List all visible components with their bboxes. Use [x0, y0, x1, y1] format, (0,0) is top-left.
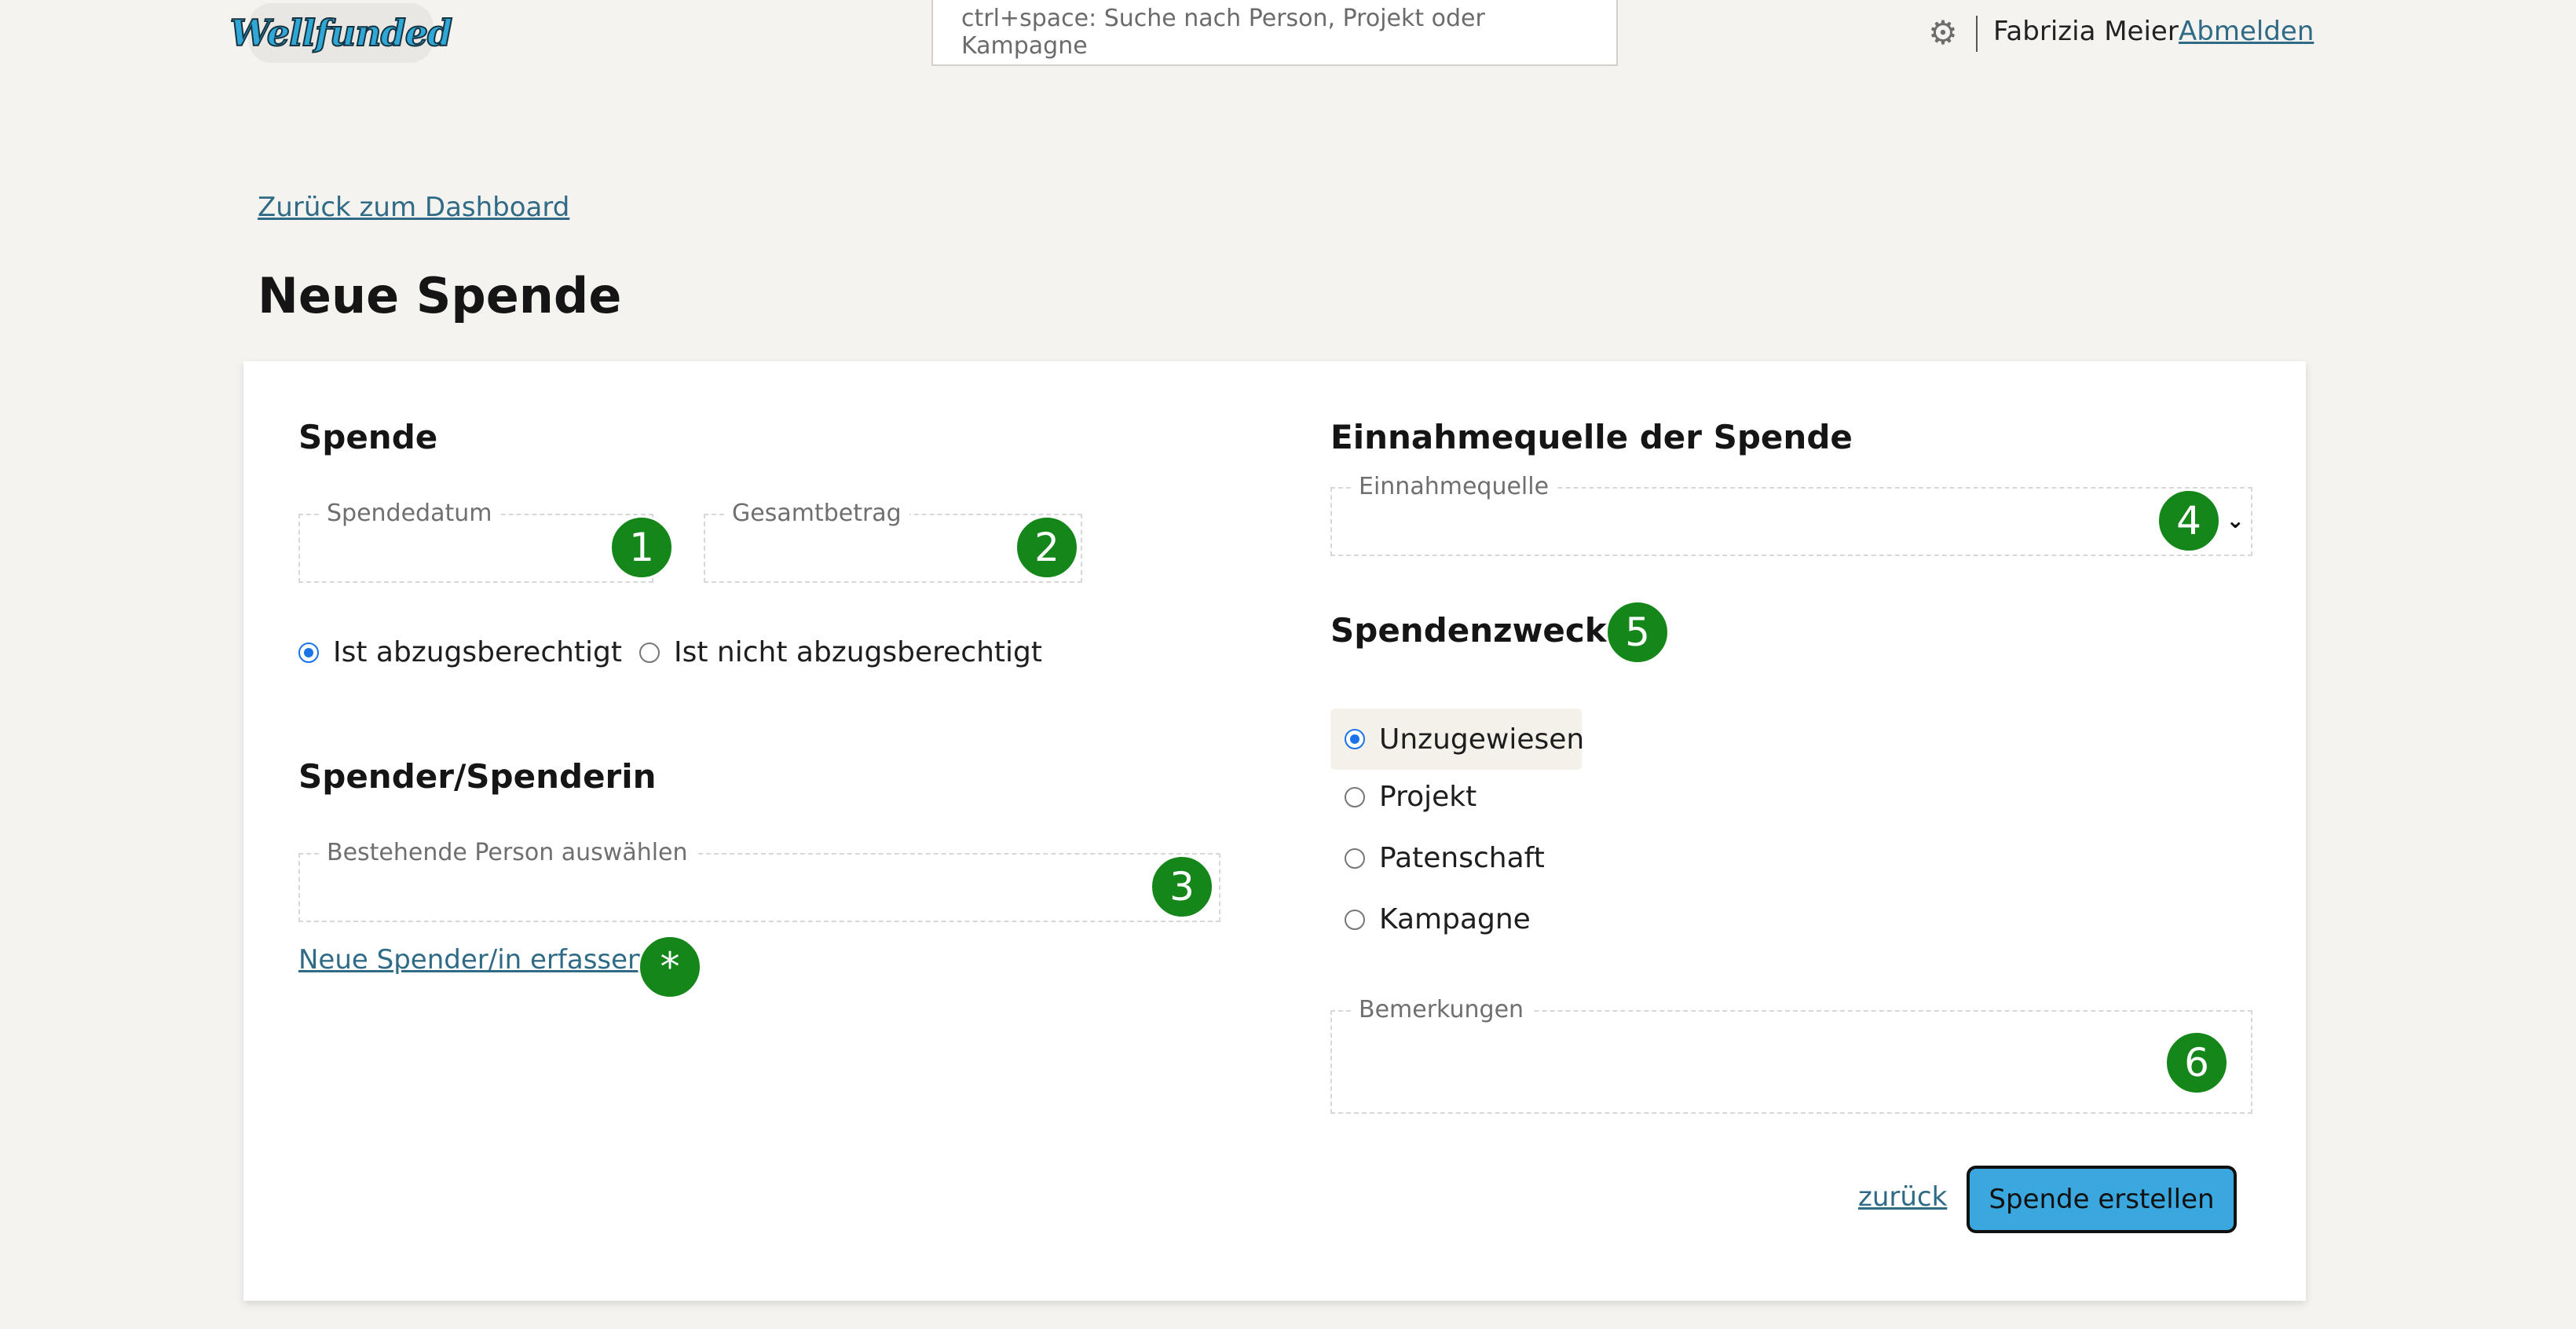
income-source-select[interactable]: Einnahmequelle ⌄: [1330, 471, 2252, 556]
marker-badge-1: 1: [609, 515, 674, 580]
radio-not-deductible[interactable]: Ist nicht abzugsberechtigt: [639, 636, 1042, 668]
section-heading-donor: Spender/Spenderin: [298, 757, 657, 796]
radio-not-deductible-label: Ist nicht abzugsberechtigt: [674, 636, 1043, 668]
gear-icon[interactable]: ⚙: [1927, 16, 1959, 49]
create-donation-button[interactable]: Spende erstellen: [1967, 1166, 2237, 1233]
remarks-label: Bemerkungen: [1351, 994, 1532, 1026]
existing-person-label: Bestehende Person auswählen: [319, 837, 696, 869]
purpose-option-label: Patenschaft: [1379, 842, 1545, 874]
remarks-textarea[interactable]: Bemerkungen: [1330, 994, 2252, 1114]
marker-badge-6: 6: [2164, 1031, 2229, 1095]
purpose-option-label: Unzugewiesen: [1379, 723, 1585, 756]
radio-button-unchecked[interactable]: [639, 642, 660, 663]
section-heading-purpose: Spendenzweck: [1330, 611, 1607, 650]
app-logo[interactable]: Wellfunded: [229, 3, 453, 63]
radio-button-unchecked[interactable]: [1345, 848, 1365, 869]
total-amount-label: Gesamtbetrag: [724, 498, 909, 529]
radio-deductible-label: Ist abzugsberechtigt: [333, 636, 623, 668]
donation-form-card: Spende Spendedatum 1 Gesamtbetrag 2 Ist …: [243, 361, 2306, 1301]
income-source-label: Einnahmequelle: [1351, 471, 1557, 503]
purpose-option-label: Projekt: [1379, 781, 1477, 813]
marker-badge-3: 3: [1150, 855, 1214, 919]
radio-purpose-unassigned[interactable]: Unzugewiesen: [1330, 708, 1585, 770]
marker-badge-5: 5: [1605, 600, 1670, 664]
search-placeholder: ctrl+space: Suche nach Person, Projekt o…: [961, 5, 1485, 60]
user-name: Fabrizia Meier: [1993, 16, 2179, 47]
chevron-down-icon[interactable]: ⌄: [2227, 507, 2245, 533]
section-heading-income-source: Einnahmequelle der Spende: [1330, 418, 1853, 456]
radio-button-unchecked[interactable]: [1345, 909, 1365, 930]
logo-text: Wellfunded: [229, 11, 453, 55]
back-to-dashboard-link[interactable]: Zurück zum Dashboard: [258, 192, 569, 223]
marker-badge-2: 2: [1015, 515, 1079, 580]
radio-purpose-campaign[interactable]: Kampagne: [1345, 903, 1531, 935]
marker-badge-asterisk: *: [638, 935, 702, 999]
logout-link[interactable]: Abmelden: [2179, 16, 2314, 47]
radio-purpose-project[interactable]: Projekt: [1345, 781, 1476, 813]
radio-button-checked[interactable]: [298, 642, 319, 663]
global-search-input[interactable]: ctrl+space: Suche nach Person, Projekt o…: [931, 0, 1618, 66]
page-title: Neue Spende: [258, 267, 622, 324]
header-divider: [1976, 16, 1978, 52]
new-donor-link[interactable]: Neue Spender/in erfassen: [298, 944, 645, 976]
existing-person-select[interactable]: Bestehende Person auswählen: [298, 837, 1220, 922]
radio-button-unchecked[interactable]: [1345, 786, 1365, 807]
radio-purpose-sponsorship[interactable]: Patenschaft: [1345, 842, 1545, 874]
section-heading-donation: Spende: [298, 418, 438, 456]
donation-date-label: Spendedatum: [319, 498, 500, 529]
purpose-option-label: Kampagne: [1379, 903, 1531, 935]
marker-badge-4: 4: [2157, 489, 2221, 553]
radio-button-checked[interactable]: [1345, 729, 1365, 749]
back-button[interactable]: zurück: [1858, 1181, 1947, 1213]
radio-deductible[interactable]: Ist abzugsberechtigt: [298, 636, 622, 668]
donation-date-field[interactable]: Spendedatum: [298, 498, 653, 583]
